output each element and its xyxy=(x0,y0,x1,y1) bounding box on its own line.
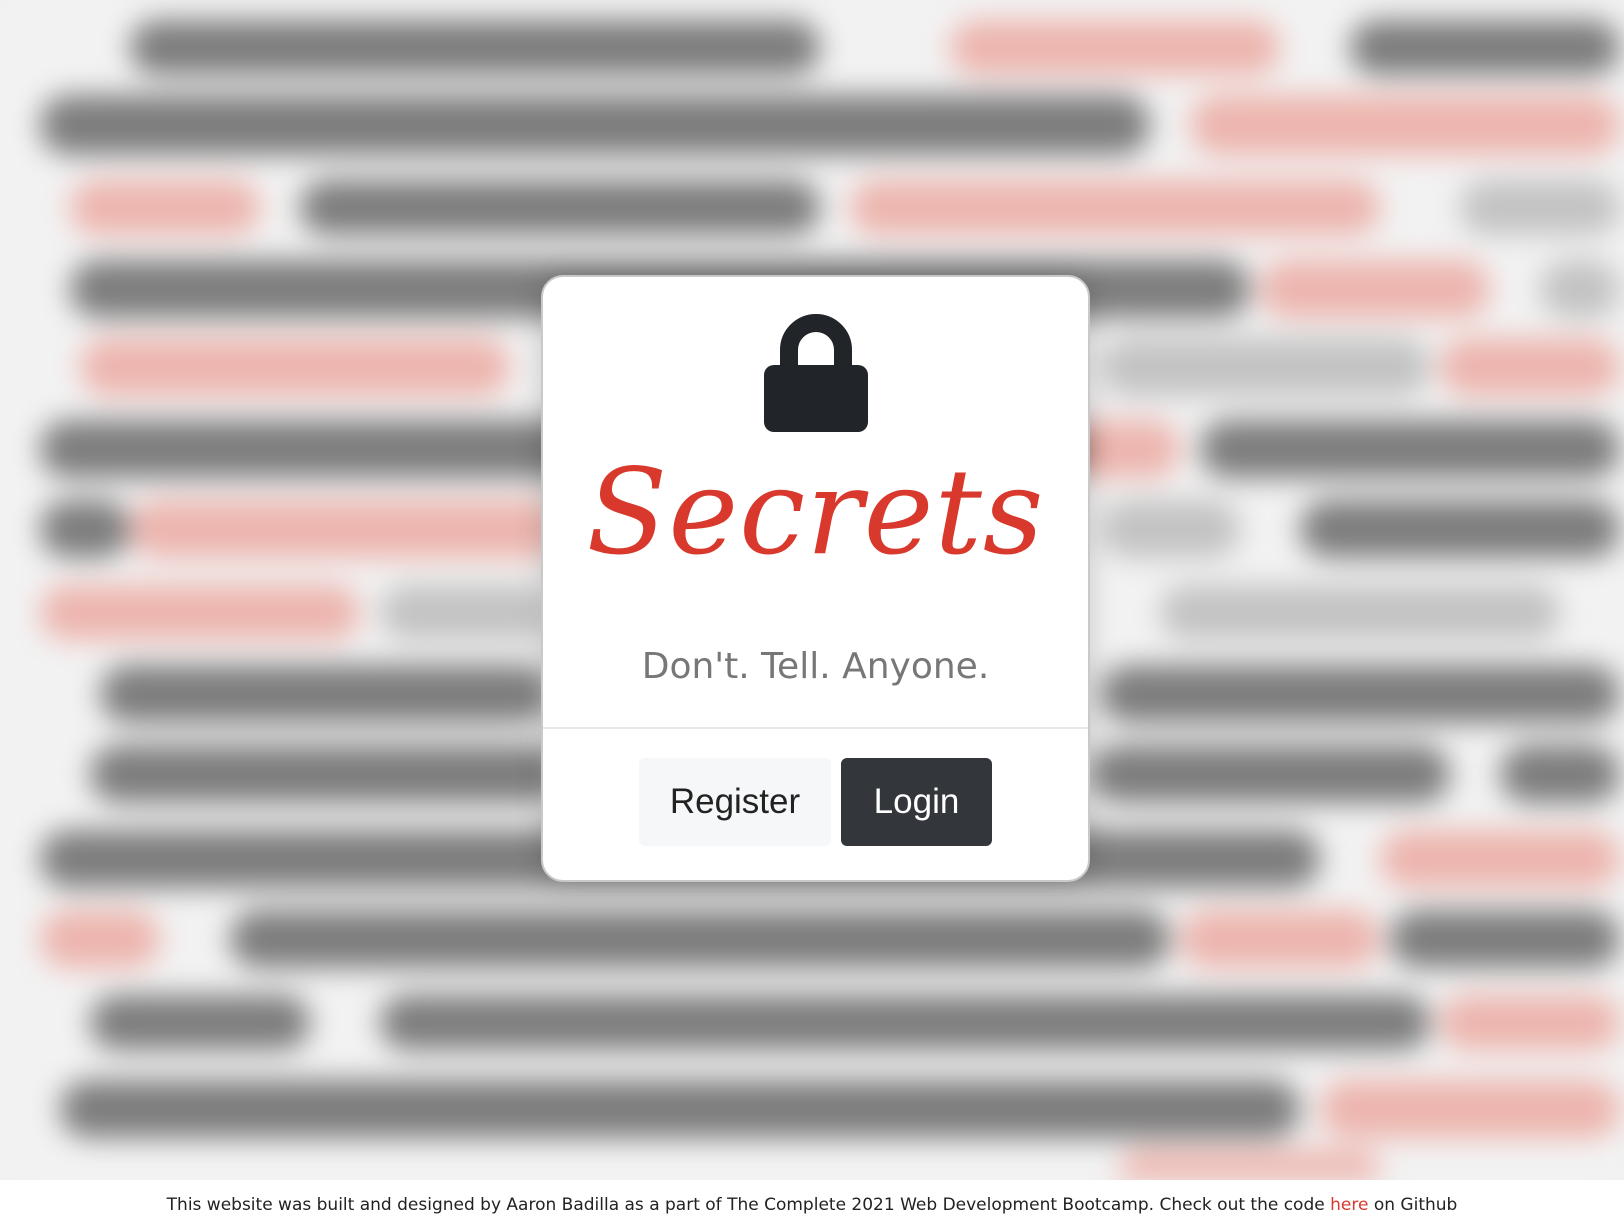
tagline: Don't. Tell. Anyone. xyxy=(641,646,990,687)
register-button[interactable]: Register xyxy=(639,758,831,846)
lock-icon xyxy=(764,314,868,432)
card-actions: Register Login xyxy=(543,758,1088,846)
app-title: Secrets xyxy=(586,443,1045,581)
card-divider xyxy=(543,727,1088,729)
welcome-card: Secrets Don't. Tell. Anyone. Register Lo… xyxy=(541,275,1090,882)
page: Secrets Don't. Tell. Anyone. Register Lo… xyxy=(0,0,1624,1230)
footer-text-end: on Github xyxy=(1368,1195,1458,1215)
login-button[interactable]: Login xyxy=(841,758,992,846)
footer: This website was built and designed by A… xyxy=(0,1180,1624,1230)
card-body: Secrets Don't. Tell. Anyone. xyxy=(543,277,1088,727)
footer-text: This website was built and designed by A… xyxy=(166,1195,1331,1215)
github-link[interactable]: here xyxy=(1330,1195,1368,1215)
